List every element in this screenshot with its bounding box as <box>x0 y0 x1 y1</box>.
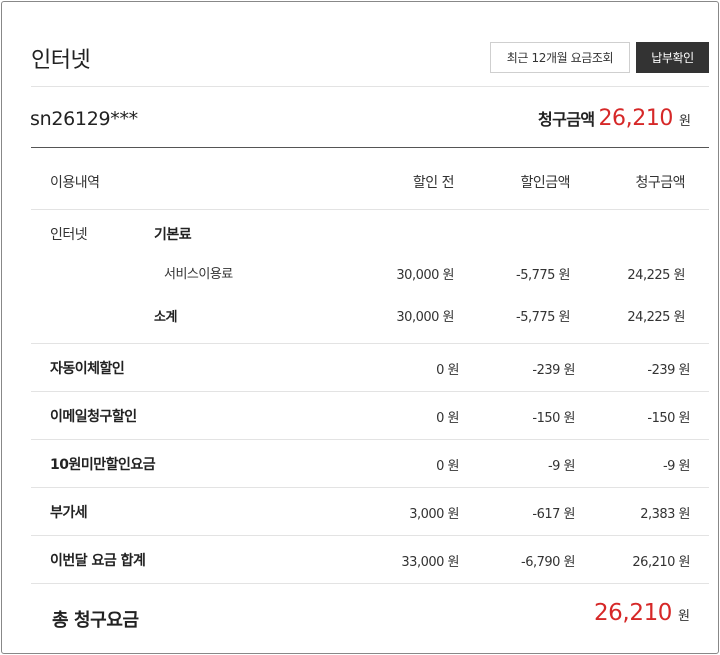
column-header-usage: 이용내역 <box>50 175 100 191</box>
divider <box>31 487 709 488</box>
divider <box>31 439 709 440</box>
table-row-billed: 2,383 원 <box>640 507 690 522</box>
subtotal-label: 소계 <box>154 310 177 325</box>
bill-amount: 청구금액 26,210 원 <box>538 106 691 131</box>
subtotal-before: 30,000 원 <box>396 310 454 325</box>
table-row-before: 3,000 원 <box>409 507 459 522</box>
column-header-discount: 할인금액 <box>520 175 570 191</box>
table-row-billed: 26,210 원 <box>632 555 690 570</box>
table-row-discount: -239 원 <box>532 363 575 378</box>
history-12-months-button[interactable]: 최근 12개월 요금조회 <box>490 42 630 73</box>
table-row-before: 0 원 <box>436 411 459 426</box>
column-header-before: 할인 전 <box>412 175 455 191</box>
base-fee-label: 기본료 <box>154 227 192 243</box>
service-fee-label: 서비스이용료 <box>164 267 233 282</box>
table-row-label: 이번달 요금 합계 <box>50 553 146 569</box>
total-charge-unit: 원 <box>678 609 690 624</box>
divider <box>31 209 709 210</box>
divider <box>31 86 709 87</box>
table-row-label: 이메일청구할인 <box>50 409 137 425</box>
table-row-discount: -617 원 <box>532 507 575 522</box>
page-title: 인터넷 <box>31 48 91 73</box>
table-row-discount: -6,790 원 <box>521 555 576 570</box>
service-fee-before: 30,000 원 <box>396 268 454 283</box>
table-row-label: 부가세 <box>50 505 88 521</box>
total-charge-label: 총 청구요금 <box>52 610 139 631</box>
column-header-billed: 청구금액 <box>635 175 685 191</box>
panel-header: 인터넷 최근 12개월 요금조회 납부확인 <box>31 42 711 82</box>
table-row-before: 0 원 <box>436 363 459 378</box>
payment-confirm-button[interactable]: 납부확인 <box>636 42 709 73</box>
divider <box>31 391 709 392</box>
subtotal-discount: -5,775 원 <box>516 310 571 325</box>
service-fee-discount: -5,775 원 <box>516 268 571 283</box>
total-charge: 26,210 원 <box>594 600 690 626</box>
bill-amount-value: 26,210 <box>598 106 674 131</box>
bill-amount-unit: 원 <box>679 114 691 129</box>
service-fee-billed: 24,225 원 <box>627 268 685 283</box>
table-row-label: 자동이체할인 <box>50 361 125 377</box>
account-id: sn26129*** <box>30 108 138 130</box>
total-charge-value: 26,210 <box>593 600 673 626</box>
group-label-internet: 인터넷 <box>50 227 88 243</box>
table-row-before: 0 원 <box>436 459 459 474</box>
divider <box>31 535 709 536</box>
table-row-before: 33,000 원 <box>401 555 459 570</box>
table-row-label: 10원미만할인요금 <box>50 457 156 473</box>
table-row-discount: -9 원 <box>547 459 576 474</box>
table-row-billed: -9 원 <box>662 459 691 474</box>
table-row-billed: -150 원 <box>647 411 690 426</box>
divider <box>31 583 709 584</box>
divider <box>31 147 709 148</box>
subtotal-billed: 24,225 원 <box>627 310 685 325</box>
billing-panel: 인터넷 최근 12개월 요금조회 납부확인 sn26129*** 청구금액 26,… <box>1 1 719 654</box>
table-row-discount: -150 원 <box>532 411 575 426</box>
divider <box>31 343 709 344</box>
bill-amount-label: 청구금액 <box>537 110 595 129</box>
table-row-billed: -239 원 <box>647 363 690 378</box>
